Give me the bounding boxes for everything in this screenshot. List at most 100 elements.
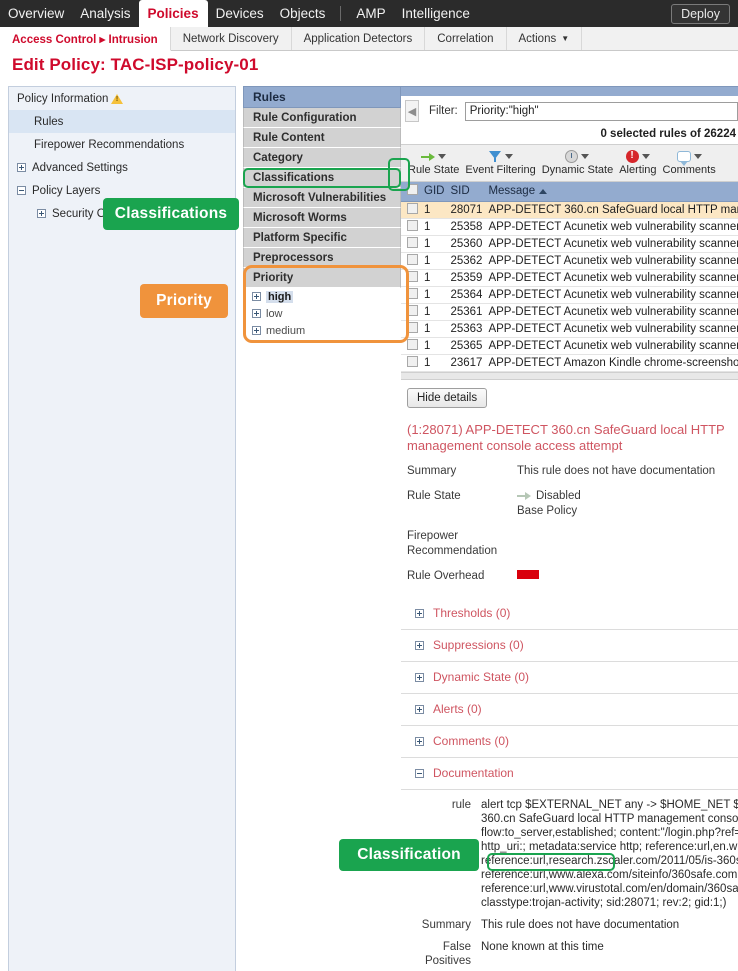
subnav-item-actions[interactable]: Actions ▼ — [507, 27, 583, 50]
subnav-item-network-discovery[interactable]: Network Discovery — [171, 27, 292, 50]
row-checkbox[interactable] — [407, 219, 418, 231]
table-row[interactable]: 1 25358 APP-DETECT Acunetix web vulnerabil… — [401, 218, 738, 236]
accordion-documentation[interactable]: Documentation — [401, 758, 738, 790]
row-select-cell[interactable] — [401, 354, 419, 372]
row-select-cell[interactable] — [401, 218, 419, 236]
expand-icon[interactable] — [17, 163, 26, 172]
toolbar-alerting[interactable]: Alerting — [616, 145, 659, 181]
sidebar-item-policy-information[interactable]: Policy Information — [9, 87, 235, 110]
accordion-dynamic-state[interactable]: Dynamic State (0) — [401, 662, 738, 694]
expand-icon[interactable] — [252, 292, 261, 301]
table-row[interactable]: 1 23617 APP-DETECT Amazon Kindle chrome-sc… — [401, 354, 738, 372]
accordion-comments[interactable]: Comments (0) — [401, 726, 738, 758]
row-checkbox[interactable] — [407, 236, 418, 248]
chevron-down-icon[interactable] — [693, 154, 702, 159]
toolbar-comments[interactable]: Comments — [660, 145, 719, 181]
rule-text-line: reference:url,www.virustotal.com/en/doma… — [481, 882, 738, 895]
detail-label: Firepower Recommendation — [407, 529, 498, 557]
expand-icon[interactable] — [252, 326, 261, 335]
row-checkbox[interactable] — [407, 270, 418, 282]
chevron-down-icon[interactable] — [641, 154, 650, 159]
category-row-microsoft-worms[interactable]: Microsoft Worms — [243, 208, 401, 228]
subnav-item-application-detectors[interactable]: Application Detectors — [292, 27, 426, 50]
row-checkbox[interactable] — [407, 202, 418, 214]
column-header-gid[interactable]: GID — [419, 182, 446, 202]
priority-option-low[interactable]: low — [243, 305, 401, 322]
nav-item-policies[interactable]: Policies — [138, 0, 208, 27]
row-checkbox[interactable] — [407, 253, 418, 265]
table-row[interactable]: 1 25361 APP-DETECT Acunetix web vulnerabil… — [401, 303, 738, 321]
table-row[interactable]: 1 25359 APP-DETECT Acunetix web vulnerabil… — [401, 269, 738, 287]
collapse-panel-icon[interactable]: ◀ — [405, 100, 419, 122]
select-all-header[interactable] — [401, 182, 419, 202]
column-header-sid[interactable]: SID — [445, 182, 484, 202]
deploy-button[interactable]: Deploy — [671, 4, 730, 24]
nav-item-devices[interactable]: Devices — [208, 0, 272, 27]
filter-input[interactable] — [464, 101, 738, 121]
chevron-down-icon[interactable] — [504, 154, 513, 159]
category-row-classifications[interactable]: Classifications — [243, 168, 401, 188]
collapse-icon[interactable] — [415, 768, 424, 778]
select-all-checkbox[interactable] — [407, 184, 418, 196]
category-row-platform-specific[interactable]: Platform Specific — [243, 228, 401, 248]
table-row[interactable]: 1 25362 APP-DETECT Acunetix web vulnerabil… — [401, 252, 738, 270]
subnav-item-correlation[interactable]: Correlation — [425, 27, 507, 50]
expand-icon[interactable] — [415, 640, 424, 650]
priority-option-medium[interactable]: medium — [243, 322, 401, 339]
toolbar-event-filtering[interactable]: Event Filtering — [462, 145, 538, 181]
expand-icon[interactable] — [415, 672, 424, 682]
doc-row-summary: Summary This rule does not have documenta… — [401, 914, 738, 936]
sidebar-item-rules[interactable]: Rules — [9, 110, 235, 133]
row-select-cell[interactable] — [401, 252, 419, 270]
accordion-thresholds[interactable]: Thresholds (0) — [401, 598, 738, 630]
row-select-cell[interactable] — [401, 337, 419, 355]
expand-icon[interactable] — [415, 736, 424, 746]
table-row[interactable]: 1 25363 APP-DETECT Acunetix web vulnerabil… — [401, 320, 738, 338]
hide-details-button[interactable]: Hide details — [407, 387, 488, 408]
accordion-suppressions[interactable]: Suppressions (0) — [401, 630, 738, 662]
subnav-item-access-control-intrusion[interactable]: Access Control ▸ Intrusion — [0, 27, 171, 51]
row-checkbox[interactable] — [407, 304, 418, 316]
category-row-priority[interactable]: Priority — [243, 268, 401, 288]
chevron-down-icon[interactable] — [438, 154, 447, 159]
collapse-icon[interactable] — [17, 186, 26, 195]
nav-item-objects[interactable]: Objects — [272, 0, 334, 27]
row-select-cell[interactable] — [401, 235, 419, 253]
rule-text-line: http_uri:; metadata:service http; refere… — [481, 840, 738, 853]
nav-item-intelligence[interactable]: Intelligence — [394, 0, 478, 27]
table-row[interactable]: 1 25365 APP-DETECT Acunetix web vulnerabil… — [401, 337, 738, 355]
category-row-rule-content[interactable]: Rule Content — [243, 128, 401, 148]
row-select-cell[interactable] — [401, 303, 419, 321]
expand-icon[interactable] — [37, 209, 46, 218]
nav-item-amp[interactable]: AMP — [348, 0, 393, 27]
cell-gid: 1 — [419, 286, 446, 304]
category-row-category[interactable]: Category — [243, 148, 401, 168]
table-row[interactable]: 1 25360 APP-DETECT Acunetix web vulnerabil… — [401, 235, 738, 253]
toolbar-rule-state[interactable]: Rule State — [405, 145, 462, 181]
row-checkbox[interactable] — [407, 321, 418, 333]
expand-icon[interactable] — [415, 704, 424, 714]
row-checkbox[interactable] — [407, 355, 418, 367]
toolbar-dynamic-state[interactable]: Dynamic State — [539, 145, 617, 181]
table-row[interactable]: 1 28071 APP-DETECT 360.cn SafeGuard local … — [401, 201, 738, 219]
row-checkbox[interactable] — [407, 338, 418, 350]
row-select-cell[interactable] — [401, 286, 419, 304]
category-row-rule-configuration[interactable]: Rule Configuration — [243, 108, 401, 128]
row-checkbox[interactable] — [407, 287, 418, 299]
sidebar-item-advanced-settings[interactable]: Advanced Settings — [9, 156, 235, 179]
chevron-down-icon[interactable] — [581, 154, 590, 159]
nav-item-overview[interactable]: Overview — [0, 0, 72, 27]
category-row-microsoft-vulnerabilities[interactable]: Microsoft Vulnerabilities — [243, 188, 401, 208]
row-select-cell[interactable] — [401, 320, 419, 338]
row-select-cell[interactable] — [401, 269, 419, 287]
priority-option-high[interactable]: high — [243, 288, 401, 305]
expand-icon[interactable] — [415, 608, 424, 618]
expand-icon[interactable] — [252, 309, 261, 318]
accordion-alerts[interactable]: Alerts (0) — [401, 694, 738, 726]
row-select-cell[interactable] — [401, 201, 419, 219]
category-row-preprocessors[interactable]: Preprocessors — [243, 248, 401, 268]
column-header-message[interactable]: Message — [483, 182, 738, 202]
sidebar-item-firepower-recommendations[interactable]: Firepower Recommendations — [9, 133, 235, 156]
nav-item-analysis[interactable]: Analysis — [72, 0, 138, 27]
table-row[interactable]: 1 25364 APP-DETECT Acunetix web vulnerabil… — [401, 286, 738, 304]
